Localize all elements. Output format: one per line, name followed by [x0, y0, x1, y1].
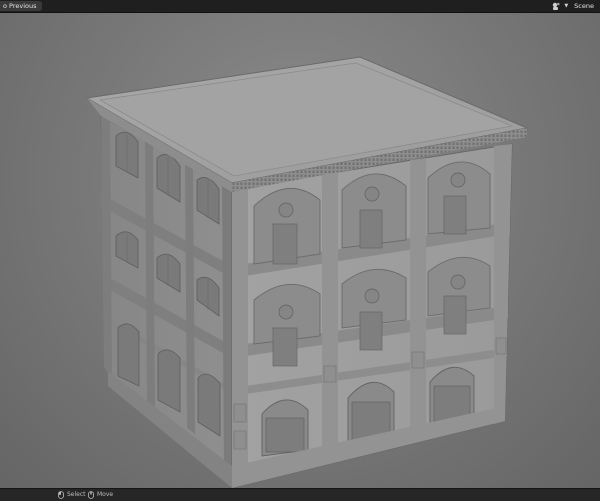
status-move-hint: Move: [88, 489, 113, 501]
scene-selector[interactable]: ▼ Scene: [551, 1, 594, 11]
3d-viewport[interactable]: [0, 13, 600, 488]
select-label: Select: [67, 491, 86, 498]
move-label: Move: [97, 491, 114, 498]
top-header-bar: o Previous ▼ Scene: [0, 0, 600, 13]
back-to-previous-button[interactable]: o Previous: [0, 1, 42, 11]
mouse-left-icon: [58, 491, 64, 499]
status-select-hint: Select: [58, 489, 86, 501]
building-model: [85, 56, 529, 488]
chevron-down-icon: ▼: [564, 3, 569, 9]
status-bar: Select Move: [0, 488, 600, 501]
scene-icon: [553, 2, 560, 10]
scene-name-label: Scene: [574, 2, 594, 10]
mouse-middle-icon: [88, 491, 94, 499]
